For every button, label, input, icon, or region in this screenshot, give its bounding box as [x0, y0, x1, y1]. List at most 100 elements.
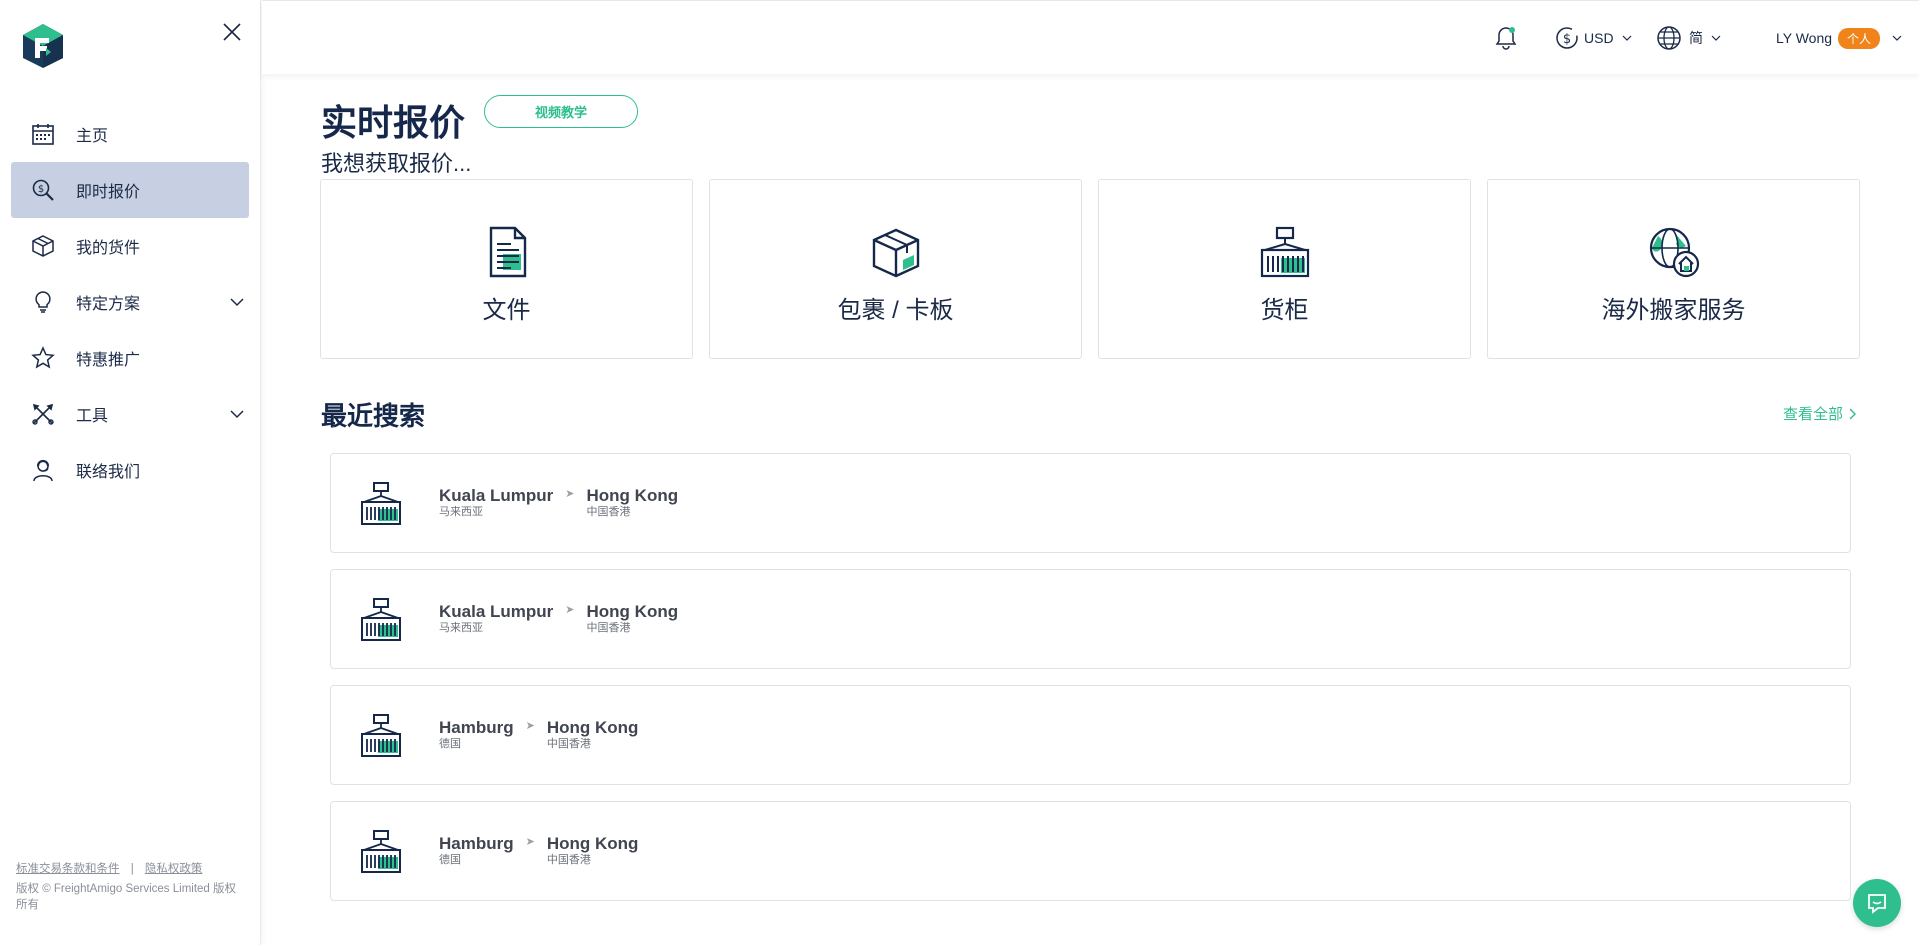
- lightbulb-icon: [30, 289, 56, 315]
- page-subtitle: 我想获取报价...: [321, 151, 472, 176]
- recent-search-row[interactable]: Hamburg 德国 ➤ Hong Kong 中国香港: [330, 801, 1851, 901]
- route: Hamburg 德国 ➤ Hong Kong 中国香港: [439, 834, 638, 866]
- quote-type-cards: 文件 包裹 / 卡板 货柜 海外搬家服务: [320, 179, 1861, 359]
- container-icon: [361, 482, 401, 525]
- box-icon: [30, 233, 56, 259]
- star-icon: [30, 345, 56, 371]
- chevron-down-icon: [1711, 35, 1721, 41]
- chevron-down-icon[interactable]: [229, 294, 245, 310]
- destination: Hong Kong 中国香港: [547, 834, 639, 866]
- card-label: 货柜: [1260, 297, 1309, 324]
- language-label: 简: [1689, 30, 1703, 46]
- destination: Hong Kong 中国香港: [547, 718, 639, 750]
- destination-country: 中国香港: [546, 854, 591, 866]
- destination: Hong Kong 中国香港: [587, 486, 679, 518]
- destination-city: Hong Kong: [546, 718, 639, 737]
- sidebar-item-solutions[interactable]: 特定方案: [11, 274, 249, 330]
- language-selector[interactable]: 简: [1655, 22, 1721, 54]
- sidebar: 主页 $ 即时报价 我的货件 特定方案 特惠推广 工具 联络我们 标准交易条款和…: [0, 0, 261, 945]
- globe-icon: [1657, 26, 1681, 50]
- sidebar-item-label: 特惠推广: [76, 352, 141, 369]
- destination-city: Hong Kong: [586, 602, 679, 621]
- footer-separator: |: [130, 863, 134, 875]
- currency-selector[interactable]: $ USD: [1554, 22, 1632, 54]
- sidebar-item-label: 特定方案: [76, 296, 141, 313]
- sidebar-item-promotions[interactable]: 特惠推广: [11, 330, 249, 386]
- destination-city: Hong Kong: [546, 834, 639, 853]
- origin: Kuala Lumpur 马来西亚: [439, 602, 553, 634]
- sidebar-item-label: 工具: [76, 408, 109, 425]
- chevron-down-icon: [1622, 35, 1631, 41]
- notifications-button[interactable]: [1492, 22, 1520, 54]
- container-icon: [361, 598, 401, 641]
- card-document[interactable]: 文件: [320, 179, 693, 359]
- sidebar-footer: 标准交易条款和条件 | 隐私权政策 版权 © FreightAmigo Serv…: [16, 861, 246, 913]
- card-overseas-moving[interactable]: 海外搬家服务: [1487, 179, 1860, 359]
- destination: Hong Kong 中国香港: [587, 602, 679, 634]
- origin-country: 德国: [439, 854, 461, 866]
- chevron-down-icon: [1892, 35, 1902, 41]
- view-all-link[interactable]: 查看全部: [1783, 403, 1857, 424]
- freightamigo-logo[interactable]: [20, 22, 66, 70]
- globe-home-icon: [1649, 227, 1699, 278]
- route-arrow-icon: ➤: [525, 720, 535, 732]
- quote-search-icon: $: [30, 177, 56, 203]
- sidebar-item-instant-quote[interactable]: $ 即时报价: [11, 162, 249, 218]
- sidebar-nav: 主页 $ 即时报价 我的货件 特定方案 特惠推广 工具 联络我们: [11, 106, 249, 498]
- parcel-icon: [872, 228, 919, 278]
- video-tutorial-button[interactable]: 视频教学: [484, 95, 638, 128]
- terms-link[interactable]: 标准交易条款和条件: [16, 863, 120, 875]
- destination-country: 中国香港: [586, 622, 631, 634]
- main-content: 实时报价 视频教学 我想获取报价... 文件 包裹 / 卡板 货柜 海外搬家服务…: [262, 74, 1919, 945]
- user-name: LY Wong: [1776, 30, 1833, 46]
- sidebar-item-tools[interactable]: 工具: [11, 386, 249, 442]
- destination-city: Hong Kong: [586, 486, 679, 505]
- svg-text:$: $: [1563, 32, 1571, 47]
- tools-icon: [30, 401, 56, 427]
- close-sidebar-icon[interactable]: [221, 21, 243, 43]
- route: Kuala Lumpur 马来西亚 ➤ Hong Kong 中国香港: [439, 486, 678, 518]
- origin-country: 德国: [439, 738, 461, 750]
- sidebar-item-home[interactable]: 主页: [11, 106, 249, 162]
- copyright-text: 版权 © FreightAmigo Services Limited 版权所有: [16, 883, 237, 911]
- route: Kuala Lumpur 马来西亚 ➤ Hong Kong 中国香港: [439, 602, 678, 634]
- card-label: 海外搬家服务: [1601, 297, 1746, 324]
- sidebar-item-label: 主页: [76, 128, 109, 145]
- currency-icon: $: [1556, 27, 1578, 49]
- user-menu[interactable]: LY Wong 个人: [1776, 22, 1902, 54]
- container-icon: [361, 830, 401, 873]
- recent-search-row[interactable]: Hamburg 德国 ➤ Hong Kong 中国香港: [330, 685, 1851, 785]
- chat-support-button[interactable]: [1853, 879, 1901, 927]
- card-label: 文件: [482, 297, 531, 324]
- sidebar-item-label: 即时报价: [76, 184, 141, 201]
- route-arrow-icon: ➤: [525, 836, 535, 848]
- recent-search-row[interactable]: Kuala Lumpur 马来西亚 ➤ Hong Kong 中国香港: [330, 453, 1851, 553]
- recent-search-row[interactable]: Kuala Lumpur 马来西亚 ➤ Hong Kong 中国香港: [330, 569, 1851, 669]
- sidebar-item-my-shipments[interactable]: 我的货件: [11, 218, 249, 274]
- recent-searches-title: 最近搜索: [321, 401, 426, 431]
- privacy-link[interactable]: 隐私权政策: [145, 863, 203, 875]
- origin-country: 马来西亚: [439, 622, 483, 634]
- container-icon: [361, 714, 401, 757]
- container-icon: [1260, 226, 1309, 278]
- origin-city: Hamburg: [439, 834, 514, 853]
- card-container[interactable]: 货柜: [1098, 179, 1471, 359]
- sidebar-item-label: 联络我们: [76, 464, 141, 481]
- origin: Hamburg 德国: [439, 718, 514, 750]
- sidebar-item-label: 我的货件: [76, 240, 141, 257]
- route: Hamburg 德国 ➤ Hong Kong 中国香港: [439, 718, 638, 750]
- bell-icon: [1495, 27, 1517, 50]
- chevron-down-icon[interactable]: [229, 406, 245, 422]
- origin-city: Kuala Lumpur: [439, 602, 554, 621]
- origin-city: Hamburg: [439, 718, 514, 737]
- svg-text:$: $: [38, 184, 44, 195]
- origin-city: Kuala Lumpur: [439, 486, 554, 505]
- document-icon: [489, 226, 526, 278]
- account-type-badge: 个人: [1838, 27, 1881, 49]
- card-parcel-pallet[interactable]: 包裹 / 卡板: [709, 179, 1082, 359]
- calendar-icon: [30, 121, 56, 147]
- sidebar-item-contact[interactable]: 联络我们: [11, 442, 249, 498]
- origin: Hamburg 德国: [439, 834, 514, 866]
- page-title: 实时报价: [321, 102, 466, 143]
- chevron-right-icon: [1849, 408, 1856, 419]
